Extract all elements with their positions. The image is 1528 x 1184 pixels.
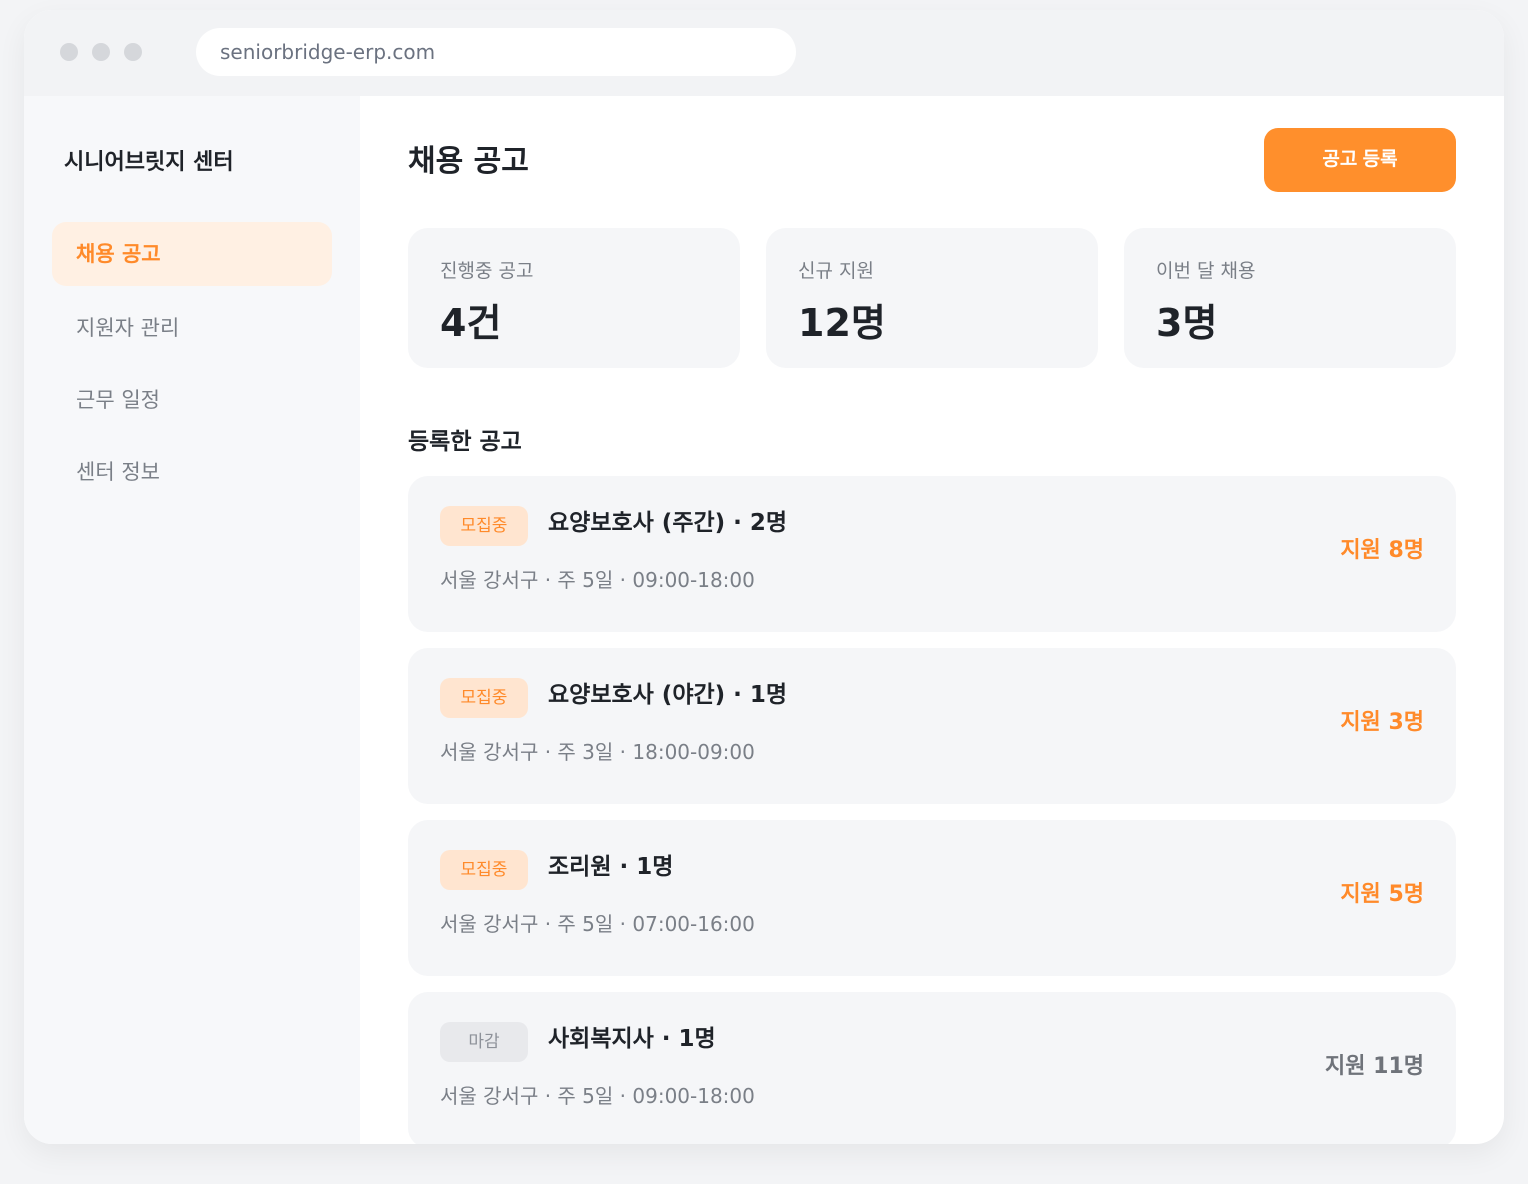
job-title: 조리원 · 1명	[548, 854, 674, 880]
job-title: 사회복지사 · 1명	[548, 1026, 716, 1052]
stat-card-new-applications: 신규 지원 12명	[766, 228, 1098, 368]
section-title-registered-postings: 등록한 공고	[408, 429, 522, 455]
stat-card-monthly-hires: 이번 달 채용 3명	[1124, 228, 1456, 368]
stat-value: 3명	[1156, 301, 1218, 345]
sidebar-item-work-schedule[interactable]: 근무 일정	[52, 368, 332, 432]
job-meta: 서울 강서구 · 주 5일 · 07:00-16:00	[440, 912, 755, 936]
job-meta: 서울 강서구 · 주 5일 · 09:00-18:00	[440, 1084, 755, 1108]
sidebar-item-job-postings[interactable]: 채용 공고	[52, 222, 332, 286]
main-content: 채용 공고 공고 등록 진행중 공고 4건 신규 지원 12명 이번 달 채용 …	[360, 96, 1504, 1144]
window-close-dot[interactable]	[60, 43, 78, 61]
job-posting-card[interactable]: 마감 사회복지사 · 1명 서울 강서구 · 주 5일 · 09:00-18:0…	[408, 992, 1456, 1144]
page-title: 채용 공고	[408, 144, 529, 179]
window-minimize-dot[interactable]	[92, 43, 110, 61]
applicant-count[interactable]: 지원 8명	[1340, 532, 1424, 564]
sidebar: 시니어브릿지 센터 채용 공고 지원자 관리 근무 일정 센터 정보	[24, 96, 360, 1144]
job-title: 요양보호사 (야간) · 1명	[548, 682, 788, 708]
register-posting-button[interactable]: 공고 등록	[1264, 128, 1456, 192]
job-posting-card[interactable]: 모집중 요양보호사 (야간) · 1명 서울 강서구 · 주 3일 · 18:0…	[408, 648, 1456, 804]
stat-label: 신규 지원	[798, 260, 874, 282]
applicant-count[interactable]: 지원 3명	[1340, 704, 1424, 736]
browser-titlebar: seniorbridge-erp.com	[24, 10, 1504, 96]
job-title: 요양보호사 (주간) · 2명	[548, 510, 788, 536]
sidebar-item-applicants[interactable]: 지원자 관리	[52, 296, 332, 360]
stat-value: 4건	[440, 301, 502, 345]
window-maximize-dot[interactable]	[124, 43, 142, 61]
applicant-count[interactable]: 지원 5명	[1340, 876, 1424, 908]
job-meta: 서울 강서구 · 주 3일 · 18:00-09:00	[440, 740, 755, 764]
status-badge-recruiting: 모집중	[440, 506, 528, 546]
status-badge-closed: 마감	[440, 1022, 528, 1062]
center-name: 시니어브릿지 센터	[64, 150, 234, 175]
applicant-count[interactable]: 지원 11명	[1325, 1048, 1424, 1080]
address-bar[interactable]: seniorbridge-erp.com	[196, 28, 796, 76]
sidebar-item-center-info[interactable]: 센터 정보	[52, 440, 332, 504]
browser-window: seniorbridge-erp.com 시니어브릿지 센터 채용 공고 지원자…	[24, 10, 1504, 1144]
stat-value: 12명	[798, 301, 886, 345]
stat-label: 이번 달 채용	[1156, 260, 1256, 282]
status-badge-recruiting: 모집중	[440, 678, 528, 718]
job-posting-card[interactable]: 모집중 조리원 · 1명 서울 강서구 · 주 5일 · 07:00-16:00…	[408, 820, 1456, 976]
stat-card-active-postings: 진행중 공고 4건	[408, 228, 740, 368]
status-badge-recruiting: 모집중	[440, 850, 528, 890]
job-posting-card[interactable]: 모집중 요양보호사 (주간) · 2명 서울 강서구 · 주 5일 · 09:0…	[408, 476, 1456, 632]
job-meta: 서울 강서구 · 주 5일 · 09:00-18:00	[440, 568, 755, 592]
stat-label: 진행중 공고	[440, 260, 534, 282]
